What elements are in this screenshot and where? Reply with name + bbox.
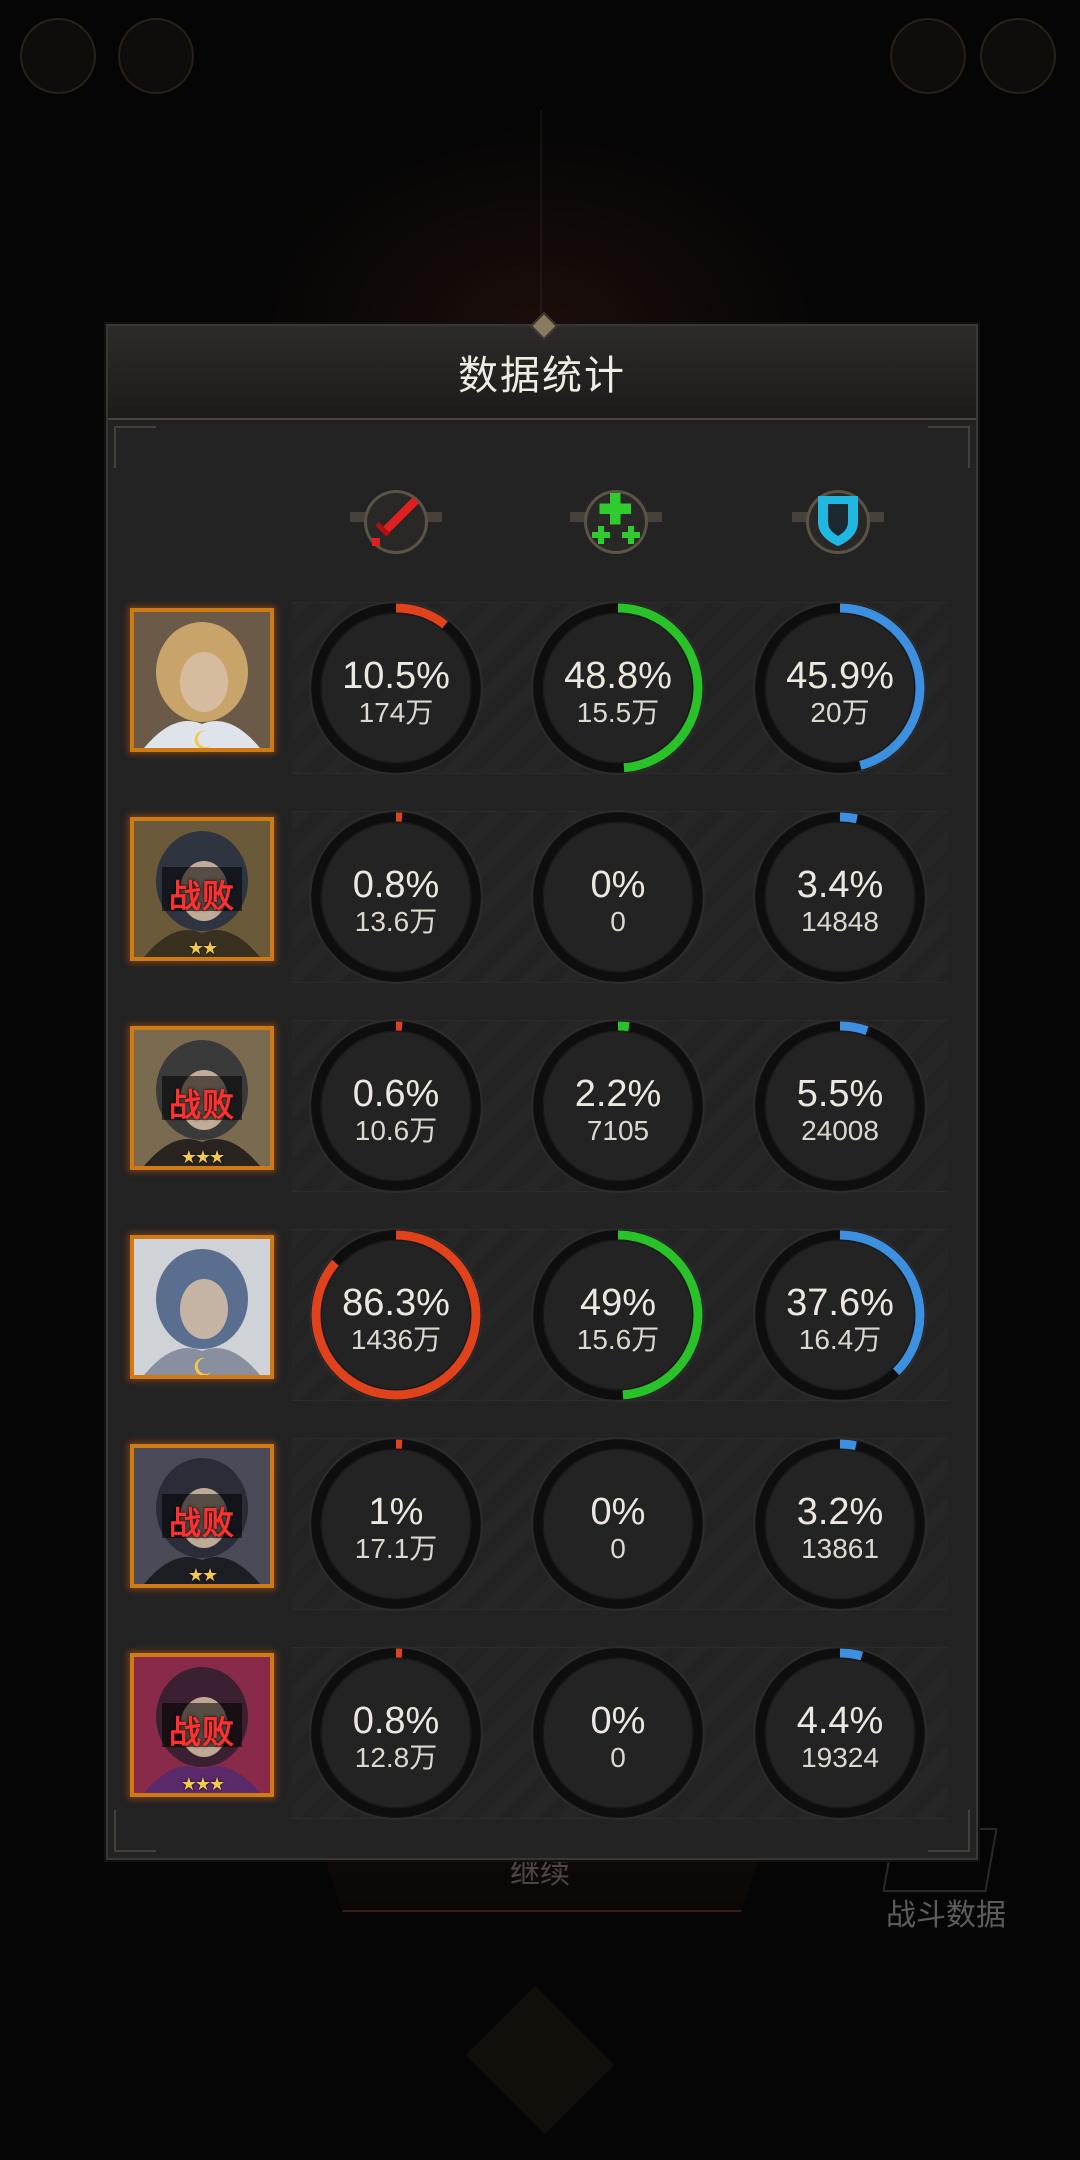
corner-deco: [114, 1810, 156, 1852]
damage-percent: 10.5%: [342, 655, 450, 697]
damage-value: 174万: [358, 697, 434, 728]
hero-avatar[interactable]: 战败 ★★: [130, 1444, 274, 1588]
hero-avatar[interactable]: [130, 1235, 274, 1379]
damage-value: 17.1万: [354, 1533, 438, 1564]
damage-value: 10.6万: [354, 1115, 438, 1146]
panel-title: 数据统计: [458, 354, 626, 398]
shield-value: 20万: [810, 697, 870, 728]
damage-value: 12.8万: [354, 1742, 438, 1773]
heal-value: 7105: [586, 1115, 650, 1146]
heal-stat-ring: 0% 0: [530, 1645, 706, 1821]
damage-value: 1436万: [350, 1324, 442, 1355]
heal-column-header: [568, 474, 664, 570]
shield-value: 14848: [801, 906, 879, 937]
damage-stat-ring: 1% 17.1万: [308, 1436, 484, 1612]
shield-value: 19324: [801, 1742, 879, 1773]
top-right-button[interactable]: [890, 18, 966, 94]
top-left-button[interactable]: [20, 18, 96, 94]
heal-value: 0: [610, 1742, 626, 1773]
defeat-status-label: 战败: [168, 1505, 235, 1541]
shield-percent: 5.5%: [796, 1073, 884, 1115]
heal-percent: 0%: [590, 864, 646, 906]
heal-stat-ring: 2.2% 7105: [530, 1018, 706, 1194]
shield-percent: 45.9%: [786, 655, 894, 697]
heal-stat-ring: 0% 0: [530, 1436, 706, 1612]
shield-stat-ring: 37.6% 16.4万: [752, 1227, 928, 1403]
damage-percent: 0.6%: [352, 1073, 440, 1115]
shield-percent: 4.4%: [796, 1700, 884, 1742]
hero-avatar[interactable]: [130, 608, 274, 752]
shield-stat-ring: 5.5% 24008: [752, 1018, 928, 1194]
star-rank: ★★★: [180, 1774, 225, 1794]
shield-icon: [814, 492, 862, 553]
corner-deco: [928, 426, 970, 468]
heal-percent: 2.2%: [574, 1073, 662, 1115]
shield-stat-ring: 4.4% 19324: [752, 1645, 928, 1821]
damage-value: 13.6万: [354, 906, 438, 937]
heal-plus-icon: [586, 490, 646, 555]
defeat-status-label: 战败: [168, 1087, 235, 1123]
heal-stat-ring: 49% 15.6万: [530, 1227, 706, 1403]
heal-percent: 48.8%: [564, 655, 672, 697]
defeat-status-label: 战败: [168, 1714, 235, 1750]
damage-percent: 0.8%: [352, 864, 440, 906]
damage-stat-ring: 86.3% 1436万: [308, 1227, 484, 1403]
damage-stat-ring: 10.5% 174万: [308, 600, 484, 776]
damage-stat-ring: 0.8% 12.8万: [308, 1645, 484, 1821]
heal-value: 0: [610, 1533, 626, 1564]
damage-column-header: [348, 474, 444, 570]
hero-avatar[interactable]: 战败 ★★★: [130, 1653, 274, 1797]
heal-percent: 49%: [579, 1282, 657, 1324]
star-rank: ★★: [187, 938, 218, 958]
defeat-status-label: 战败: [168, 878, 235, 914]
shield-percent: 3.2%: [796, 1491, 884, 1533]
damage-stat-ring: 0.6% 10.6万: [308, 1018, 484, 1194]
shield-percent: 37.6%: [786, 1282, 894, 1324]
shield-percent: 3.4%: [796, 864, 884, 906]
hero-avatar[interactable]: 战败 ★★★: [130, 1026, 274, 1170]
bottom-emblem: [465, 1985, 615, 2135]
shield-value: 24008: [801, 1115, 879, 1146]
shield-value: 13861: [801, 1533, 879, 1564]
heal-percent: 0%: [590, 1700, 646, 1742]
shield-stat-ring: 3.4% 14848: [752, 809, 928, 985]
moon-rank-icon: [190, 1355, 214, 1375]
damage-stat-ring: 0.8% 13.6万: [308, 809, 484, 985]
heal-value: 0: [610, 906, 626, 937]
damage-percent: 1%: [368, 1491, 424, 1533]
shield-column-header: [790, 474, 886, 570]
shield-stat-ring: 3.2% 13861: [752, 1436, 928, 1612]
heal-stat-ring: 48.8% 15.5万: [530, 600, 706, 776]
heal-value: 15.5万: [576, 697, 660, 728]
heal-percent: 0%: [590, 1491, 646, 1533]
background-deco-line: [540, 110, 542, 330]
top-left-button-2[interactable]: [118, 18, 194, 94]
panel-header: 数据统计: [108, 311, 976, 420]
corner-deco: [114, 426, 156, 468]
shield-value: 16.4万: [798, 1324, 882, 1355]
star-rank: ★★: [187, 1565, 218, 1585]
sword-icon: [369, 493, 423, 552]
star-rank: ★★★: [180, 1147, 225, 1167]
hero-avatar[interactable]: 战败 ★★: [130, 817, 274, 961]
heal-value: 15.6万: [576, 1324, 660, 1355]
top-right-button-2[interactable]: [980, 18, 1056, 94]
damage-percent: 0.8%: [352, 1700, 440, 1742]
damage-percent: 86.3%: [342, 1282, 450, 1324]
moon-rank-icon: [190, 728, 214, 748]
battle-data-label[interactable]: 战斗数据: [876, 1890, 1016, 1934]
heal-stat-ring: 0% 0: [530, 809, 706, 985]
shield-stat-ring: 45.9% 20万: [752, 600, 928, 776]
